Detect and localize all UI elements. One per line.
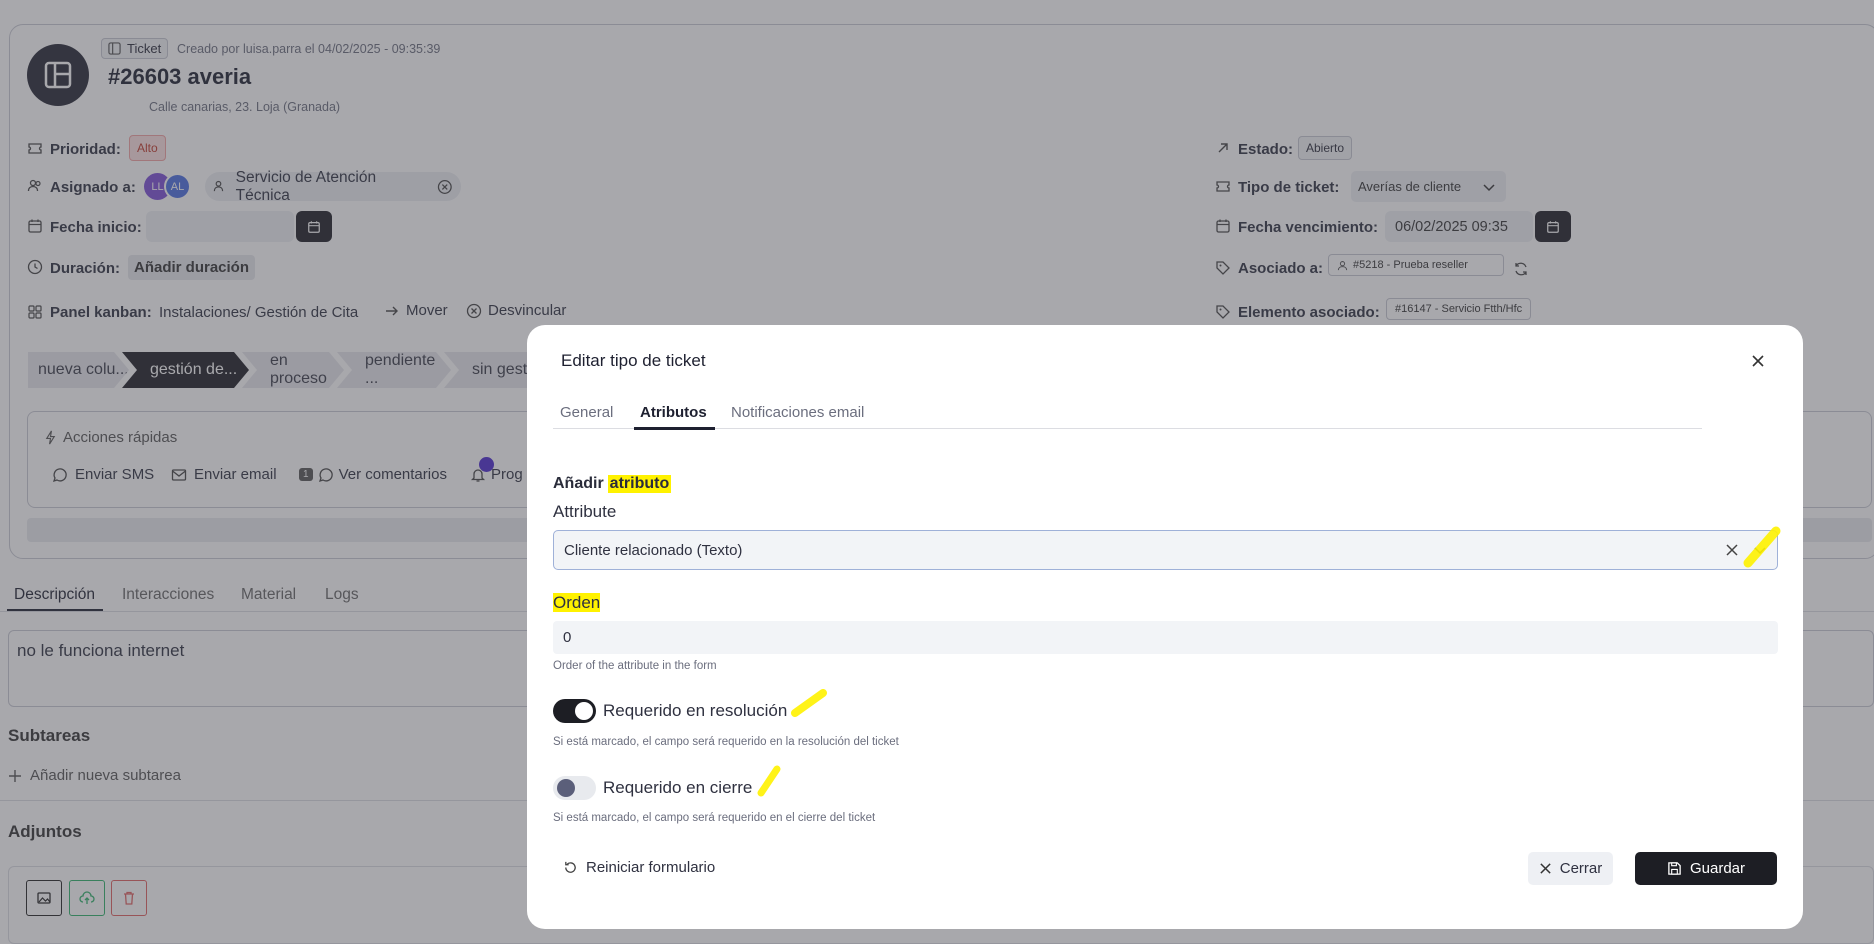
modal-tabs-divider bbox=[553, 428, 1702, 429]
order-input[interactable]: 0 bbox=[553, 621, 1778, 654]
modal-tab-general[interactable]: General bbox=[560, 404, 613, 421]
modal-title: Editar tipo de ticket bbox=[561, 351, 706, 370]
reset-form-label: Reiniciar formulario bbox=[586, 859, 716, 876]
close-icon[interactable] bbox=[1750, 353, 1766, 369]
save-icon bbox=[1668, 862, 1681, 875]
order-label: Orden bbox=[553, 593, 601, 613]
modal-tab-attributes[interactable]: Atributos bbox=[640, 404, 707, 421]
highlight-stroke bbox=[757, 765, 781, 797]
required-resolution-label: Requerido en resolución bbox=[603, 701, 788, 720]
modal-tab-email-notifications[interactable]: Notificaciones email bbox=[731, 404, 864, 421]
order-help: Order of the attribute in the form bbox=[553, 660, 717, 672]
highlight-stroke bbox=[791, 689, 827, 717]
close-button-label: Cerrar bbox=[1559, 860, 1603, 877]
add-attribute-title: Añadir atributo bbox=[553, 475, 672, 493]
close-button[interactable]: Cerrar bbox=[1528, 852, 1613, 885]
required-close-help: Si está marcado, el campo será requerido… bbox=[553, 812, 876, 824]
required-resolution-toggle[interactable] bbox=[553, 699, 596, 723]
attribute-select[interactable]: Cliente relacionado (Texto) bbox=[553, 530, 1778, 570]
required-close-toggle[interactable] bbox=[553, 776, 596, 800]
required-close-label: Requerido en cierre bbox=[603, 778, 753, 797]
close-icon bbox=[1540, 863, 1551, 874]
order-label-text: Orden bbox=[553, 593, 601, 612]
active-tab-underline bbox=[634, 427, 715, 430]
reset-form-button[interactable]: Reiniciar formulario bbox=[563, 859, 715, 876]
save-button[interactable]: Guardar bbox=[1635, 852, 1777, 885]
highlight-stroke bbox=[1743, 526, 1781, 568]
attribute-label: Attribute bbox=[553, 502, 617, 521]
add-attribute-title-part2: atributo bbox=[607, 475, 672, 493]
edit-ticket-type-modal: Editar tipo de ticket General Atributos … bbox=[527, 325, 1803, 929]
add-attribute-title-part1: Añadir bbox=[553, 475, 604, 492]
rotate-ccw-icon bbox=[565, 861, 576, 873]
clear-icon[interactable] bbox=[1725, 543, 1739, 557]
required-resolution-help: Si está marcado, el campo será requerido… bbox=[553, 736, 899, 748]
attribute-value: Cliente relacionado (Texto) bbox=[564, 541, 743, 559]
toggle-knob bbox=[557, 779, 575, 797]
toggle-knob bbox=[575, 702, 593, 720]
save-button-label: Guardar bbox=[1689, 860, 1746, 877]
